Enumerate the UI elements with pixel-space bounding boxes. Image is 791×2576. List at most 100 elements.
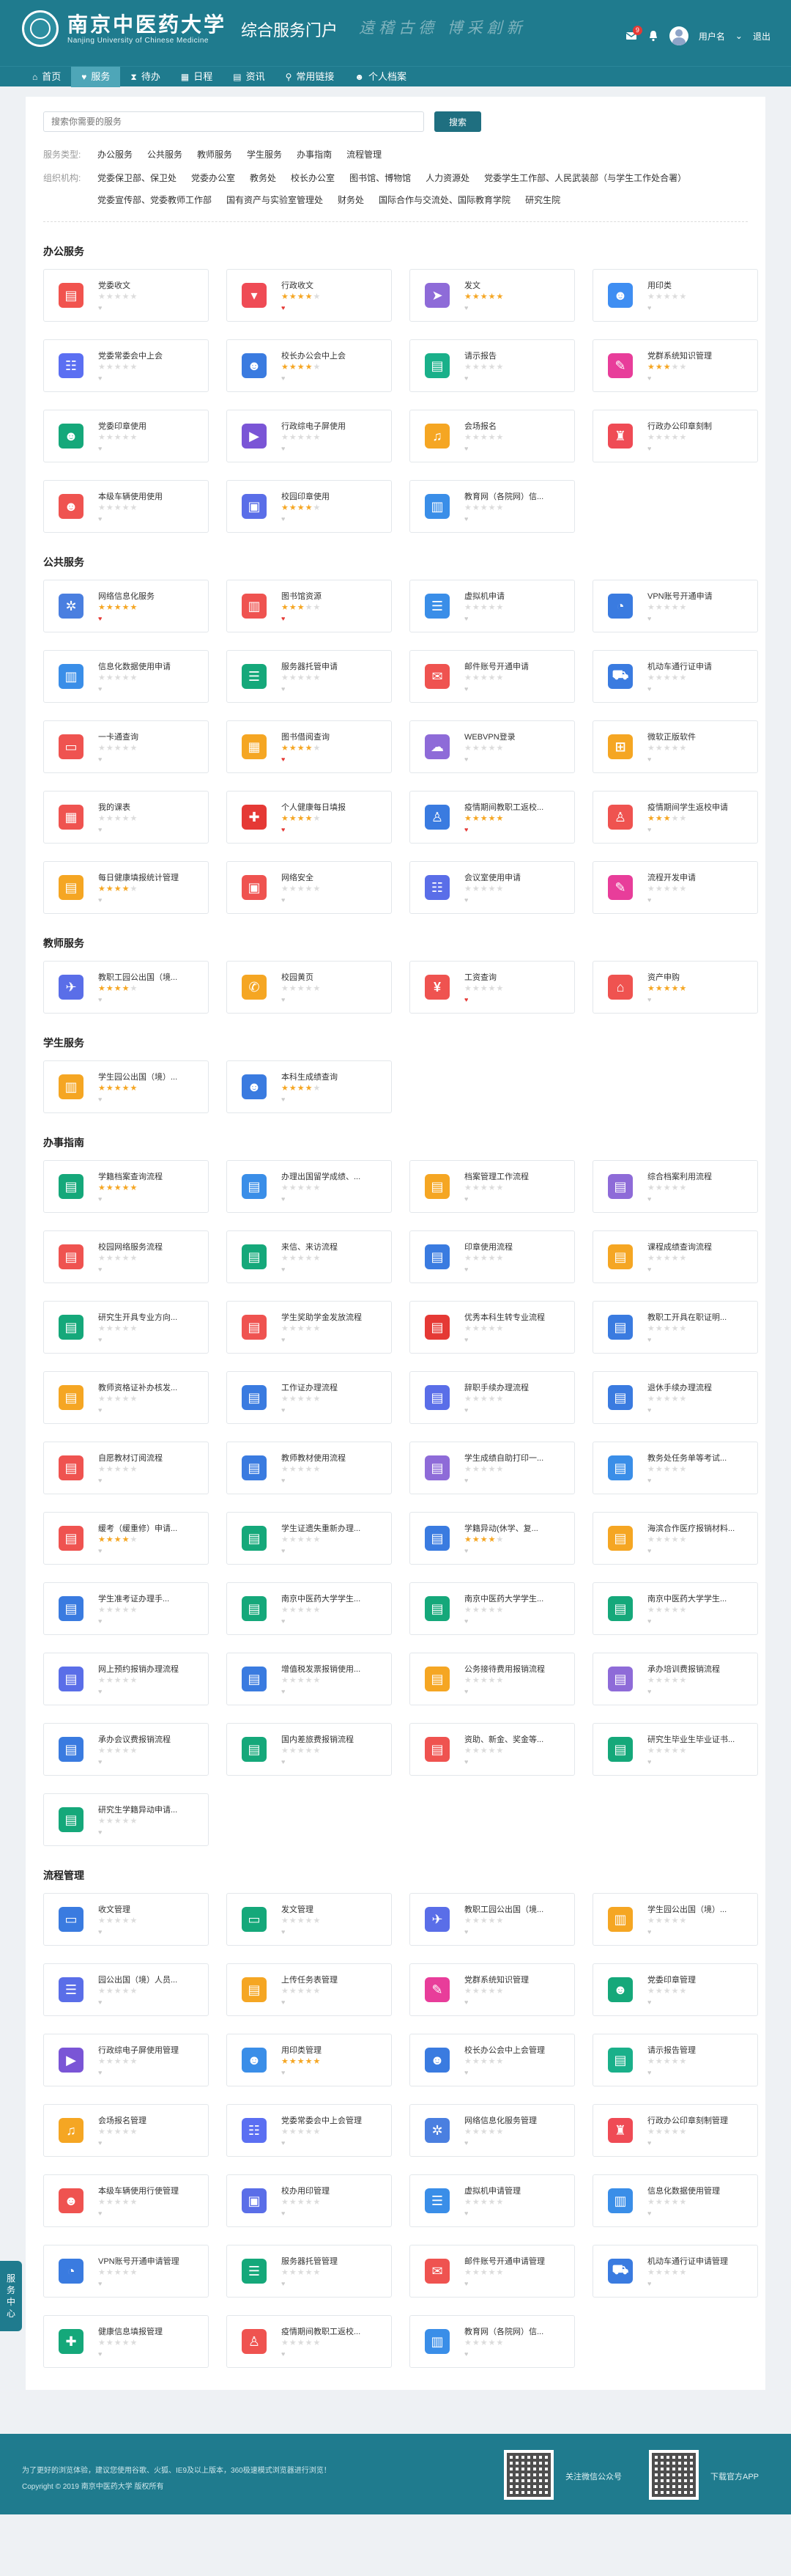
favorite[interactable]: ♥ bbox=[464, 1617, 565, 1625]
favorite[interactable]: ♥ bbox=[647, 1617, 749, 1625]
favorite[interactable]: ♥ bbox=[98, 2210, 199, 2217]
favorite[interactable]: ♥ bbox=[464, 1266, 565, 1273]
favorite[interactable]: ♥ bbox=[98, 1195, 199, 1203]
favorite[interactable]: ♥ bbox=[464, 304, 565, 311]
service-card[interactable]: ▤ 研究生开具专业方向... ★★★★★ ♥ bbox=[43, 1301, 209, 1354]
service-card[interactable]: ✈ 教职工园公出国（境... ★★★★★ ♥ bbox=[409, 1893, 575, 1946]
service-card[interactable]: ☻ 党委印章使用 ★★★★★ ♥ bbox=[43, 410, 209, 462]
favorite[interactable]: ♥ bbox=[281, 1477, 382, 1484]
service-card[interactable]: ▤ 学生证遗失重新办理... ★★★★★ ♥ bbox=[226, 1512, 392, 1565]
favorite[interactable]: ♥ bbox=[98, 515, 199, 523]
search-input[interactable] bbox=[43, 111, 424, 132]
service-card[interactable]: ✆ 校园黄页 ★★★★★ ♥ bbox=[226, 961, 392, 1014]
service-card[interactable]: ▤ 教师教材使用流程 ★★★★★ ♥ bbox=[226, 1442, 392, 1494]
service-card[interactable]: ▤ 印章使用流程 ★★★★★ ♥ bbox=[409, 1230, 575, 1283]
filter-dept-8[interactable]: 国有资产与实验室管理处 bbox=[226, 189, 323, 211]
favorite[interactable]: ♥ bbox=[464, 2139, 565, 2147]
service-card[interactable]: ▥ 学生园公出国（境）... ★★★★★ ♥ bbox=[593, 1893, 758, 1946]
service-card[interactable]: ✉ 邮件账号开通申请 ★★★★★ ♥ bbox=[409, 650, 575, 703]
favorite[interactable]: ♥ bbox=[281, 1336, 382, 1343]
service-card[interactable]: ▭ 收文管理 ★★★★★ ♥ bbox=[43, 1893, 209, 1946]
filter-dept-7[interactable]: 党委宣传部、党委教师工作部 bbox=[97, 189, 212, 211]
favorite[interactable]: ♥ bbox=[647, 996, 749, 1003]
service-card[interactable]: ▤ 南京中医药大学学生... ★★★★★ ♥ bbox=[593, 1582, 758, 1635]
service-card[interactable]: ▤ 请示报告管理 ★★★★★ ♥ bbox=[593, 2034, 758, 2086]
bell-icon[interactable] bbox=[647, 30, 659, 42]
favorite[interactable]: ♥ bbox=[464, 1758, 565, 1765]
favorite[interactable]: ♥ bbox=[464, 2069, 565, 2076]
service-card[interactable]: ▣ 校园印章使用 ★★★★★ ♥ bbox=[226, 480, 392, 533]
service-card[interactable]: ♫ 会场报名管理 ★★★★★ ♥ bbox=[43, 2104, 209, 2157]
favorite[interactable]: ♥ bbox=[464, 515, 565, 523]
favorite[interactable]: ♥ bbox=[281, 2280, 382, 2287]
favorite[interactable]: ♥ bbox=[647, 1406, 749, 1414]
service-card[interactable]: ▦ 我的课表 ★★★★★ ♥ bbox=[43, 791, 209, 844]
service-card[interactable]: ▦ 图书借阅查询 ★★★★★ ♥ bbox=[226, 720, 392, 773]
service-card[interactable]: ☻ 用印类 ★★★★★ ♥ bbox=[593, 269, 758, 322]
favorite[interactable]: ♥ bbox=[647, 2139, 749, 2147]
filter-dept-5[interactable]: 人力资源处 bbox=[426, 167, 469, 189]
service-card[interactable]: ▤ 海滨合作医疗报销材料... ★★★★★ ♥ bbox=[593, 1512, 758, 1565]
service-card[interactable]: ☻ 用印类管理 ★★★★★ ♥ bbox=[226, 2034, 392, 2086]
service-card[interactable]: ☰ 虚拟机申请管理 ★★★★★ ♥ bbox=[409, 2174, 575, 2227]
service-card[interactable]: ▤ 国内差旅费报销流程 ★★★★★ ♥ bbox=[226, 1723, 392, 1776]
favorite[interactable]: ♥ bbox=[98, 1828, 199, 1836]
filter-type-4[interactable]: 办事指南 bbox=[297, 144, 332, 166]
favorite[interactable]: ♥ bbox=[647, 685, 749, 693]
service-card[interactable]: ♙ 疫情期间学生返校申请 ★★★★★ ♥ bbox=[593, 791, 758, 844]
service-card[interactable]: ▤ 研究生学籍异动申请... ★★★★★ ♥ bbox=[43, 1793, 209, 1846]
service-card[interactable]: ▤ 请示报告 ★★★★★ ♥ bbox=[409, 339, 575, 392]
filter-dept-1[interactable]: 党委办公室 bbox=[191, 167, 235, 189]
favorite[interactable]: ♥ bbox=[281, 1999, 382, 2006]
service-card[interactable]: ✎ 流程开发申请 ★★★★★ ♥ bbox=[593, 861, 758, 914]
favorite[interactable]: ♥ bbox=[647, 1758, 749, 1765]
avatar[interactable] bbox=[669, 26, 688, 45]
service-card[interactable]: ☰ 服务器托管申请 ★★★★★ ♥ bbox=[226, 650, 392, 703]
favorite[interactable]: ♥ bbox=[647, 1266, 749, 1273]
favorite[interactable]: ♥ bbox=[98, 826, 199, 833]
favorite[interactable]: ♥ bbox=[464, 1195, 565, 1203]
service-card[interactable]: ☻ 校长办公会中上会管理 ★★★★★ ♥ bbox=[409, 2034, 575, 2086]
service-card[interactable]: ▤ 教师资格证补办核发... ★★★★★ ♥ bbox=[43, 1371, 209, 1424]
service-card[interactable]: ▤ 研究生毕业生毕业证书... ★★★★★ ♥ bbox=[593, 1723, 758, 1776]
favorite[interactable]: ♥ bbox=[647, 445, 749, 452]
service-card[interactable]: ▥ 图书馆资源 ★★★★★ ♥ bbox=[226, 580, 392, 632]
favorite[interactable]: ♥ bbox=[647, 896, 749, 904]
logout-link[interactable]: 退出 bbox=[753, 30, 770, 43]
favorite[interactable]: ♥ bbox=[464, 756, 565, 763]
favorite[interactable]: ♥ bbox=[647, 374, 749, 382]
service-card[interactable]: ▤ 档案管理工作流程 ★★★★★ ♥ bbox=[409, 1160, 575, 1213]
service-card[interactable]: ☰ 服务器托管管理 ★★★★★ ♥ bbox=[226, 2245, 392, 2298]
favorite[interactable]: ♥ bbox=[281, 2350, 382, 2358]
service-card[interactable]: ▭ 一卡通查询 ★★★★★ ♥ bbox=[43, 720, 209, 773]
favorite[interactable]: ♥ bbox=[281, 1688, 382, 1695]
favorite[interactable]: ♥ bbox=[281, 826, 382, 833]
favorite[interactable]: ♥ bbox=[647, 1336, 749, 1343]
favorite[interactable]: ♥ bbox=[647, 2280, 749, 2287]
service-card[interactable]: ☷ 党委常委会中上会管理 ★★★★★ ♥ bbox=[226, 2104, 392, 2157]
favorite[interactable]: ♥ bbox=[464, 615, 565, 622]
service-card[interactable]: ▤ 上传任务表管理 ★★★★★ ♥ bbox=[226, 1963, 392, 2016]
service-card[interactable]: ✎ 党群系统知识管理 ★★★★★ ♥ bbox=[593, 339, 758, 392]
service-card[interactable]: ⊞ 微软正版软件 ★★★★★ ♥ bbox=[593, 720, 758, 773]
service-card[interactable]: ▤ 每日健康填报统计管理 ★★★★★ ♥ bbox=[43, 861, 209, 914]
favorite[interactable]: ♥ bbox=[281, 445, 382, 452]
favorite[interactable]: ♥ bbox=[98, 1617, 199, 1625]
service-card[interactable]: ▤ 学籍档案查询流程 ★★★★★ ♥ bbox=[43, 1160, 209, 1213]
service-card[interactable]: ▤ 学生准考证办理手... ★★★★★ ♥ bbox=[43, 1582, 209, 1635]
favorite[interactable]: ♥ bbox=[281, 685, 382, 693]
favorite[interactable]: ♥ bbox=[464, 1928, 565, 1935]
service-card[interactable]: ◔ VPN账号开通申请管理 ★★★★★ ♥ bbox=[43, 2245, 209, 2298]
service-card[interactable]: ¥ 工资查询 ★★★★★ ♥ bbox=[409, 961, 575, 1014]
nav-schedule[interactable]: ▦ 日程 bbox=[171, 67, 223, 87]
favorite[interactable]: ♥ bbox=[464, 2210, 565, 2217]
favorite[interactable]: ♥ bbox=[98, 445, 199, 452]
favorite[interactable]: ♥ bbox=[281, 1547, 382, 1554]
nav-links[interactable]: ⚲ 常用链接 bbox=[275, 67, 345, 87]
favorite[interactable]: ♥ bbox=[98, 2350, 199, 2358]
service-card[interactable]: ▥ 教育网（各院网）信... ★★★★★ ♥ bbox=[409, 480, 575, 533]
service-card[interactable]: ✚ 个人健康每日填报 ★★★★★ ♥ bbox=[226, 791, 392, 844]
favorite[interactable]: ♥ bbox=[464, 1547, 565, 1554]
favorite[interactable]: ♥ bbox=[464, 1688, 565, 1695]
service-card[interactable]: ✎ 党群系统知识管理 ★★★★★ ♥ bbox=[409, 1963, 575, 2016]
